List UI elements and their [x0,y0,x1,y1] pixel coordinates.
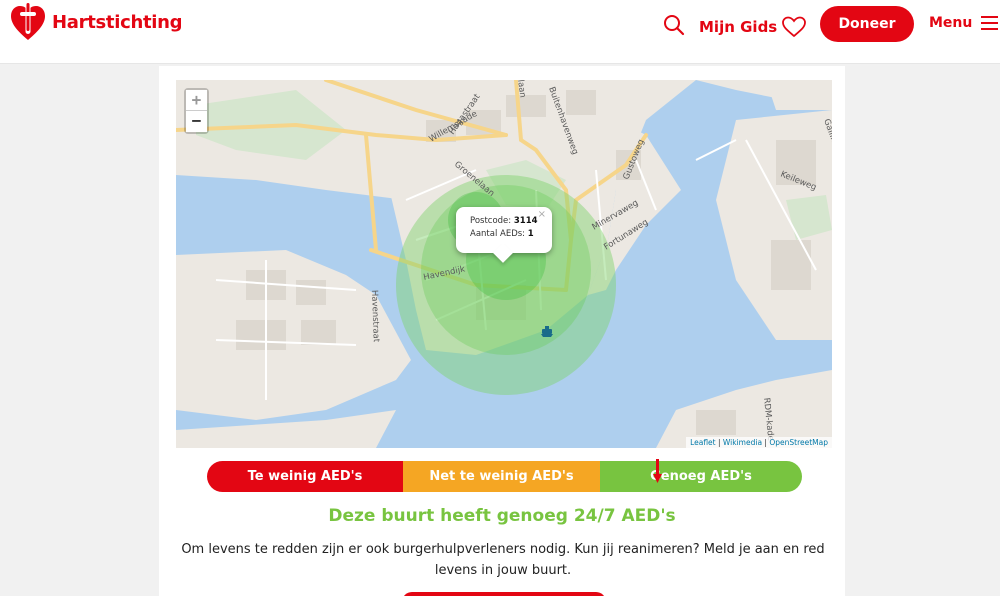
leaflet-link[interactable]: Leaflet [690,438,716,447]
zoom-out-button[interactable]: − [186,111,207,132]
aed-count-label: Aantal AEDs: [470,229,526,239]
site-header: Hartstichting Mijn Gids Doneer Menu [0,0,1000,64]
doneer-button[interactable]: Doneer [820,6,914,42]
aed-map[interactable]: Willemskade Hagastraat Groenelaan Buiten… [176,80,832,448]
mijn-gids-link[interactable]: Mijn Gids [699,16,807,38]
postcode-label: Postcode: [470,216,512,226]
zoom-in-button[interactable]: + [186,90,207,111]
popup-postcode: Postcode: 3114 [470,215,552,228]
scale-enough: Genoeg AED's [600,461,802,492]
search-icon[interactable] [663,14,685,36]
osm-link[interactable]: OpenStreetMap [769,438,828,447]
menu-label: Menu [929,15,973,31]
heart-logo-icon [11,2,45,40]
register-button[interactable] [402,592,606,596]
zoom-control: + − [184,88,209,134]
mijn-gids-label: Mijn Gids [699,18,778,36]
wikimedia-link[interactable]: Wikimedia [723,438,762,447]
map-popup: × Postcode: 3114 Aantal AEDs: 1 [456,207,552,263]
result-text: Om levens te redden zijn er ook burgerhu… [181,542,825,578]
heart-icon [782,16,807,38]
hamburger-icon [981,16,999,30]
postcode-value: 3114 [513,216,538,226]
street-havenstraat: Havenstraat [369,290,381,343]
brand-name: Hartstichting [52,11,183,33]
menu-toggle[interactable]: Menu [929,15,999,31]
scale-too-few: Te weinig AED's [207,461,403,492]
aed-scale-bar: Te weinig AED's Net te weinig AED's Geno… [207,461,802,492]
map-attribution: Leaflet | Wikimedia | OpenStreetMap [686,437,832,448]
scale-slightly-too-few: Net te weinig AED's [403,461,600,492]
hartstichting-logo[interactable]: Hartstichting [10,2,183,42]
popup-aed-count: Aantal AEDs: 1 [470,228,552,241]
aed-count-value: 1 [527,229,534,239]
attribution-separator: | [715,438,723,447]
result-title: Deze buurt heeft genoeg 24/7 AED's [328,506,676,526]
scale-marker-icon [653,459,662,483]
map-tiles: Willemskade Hagastraat Groenelaan Buiten… [176,80,832,448]
